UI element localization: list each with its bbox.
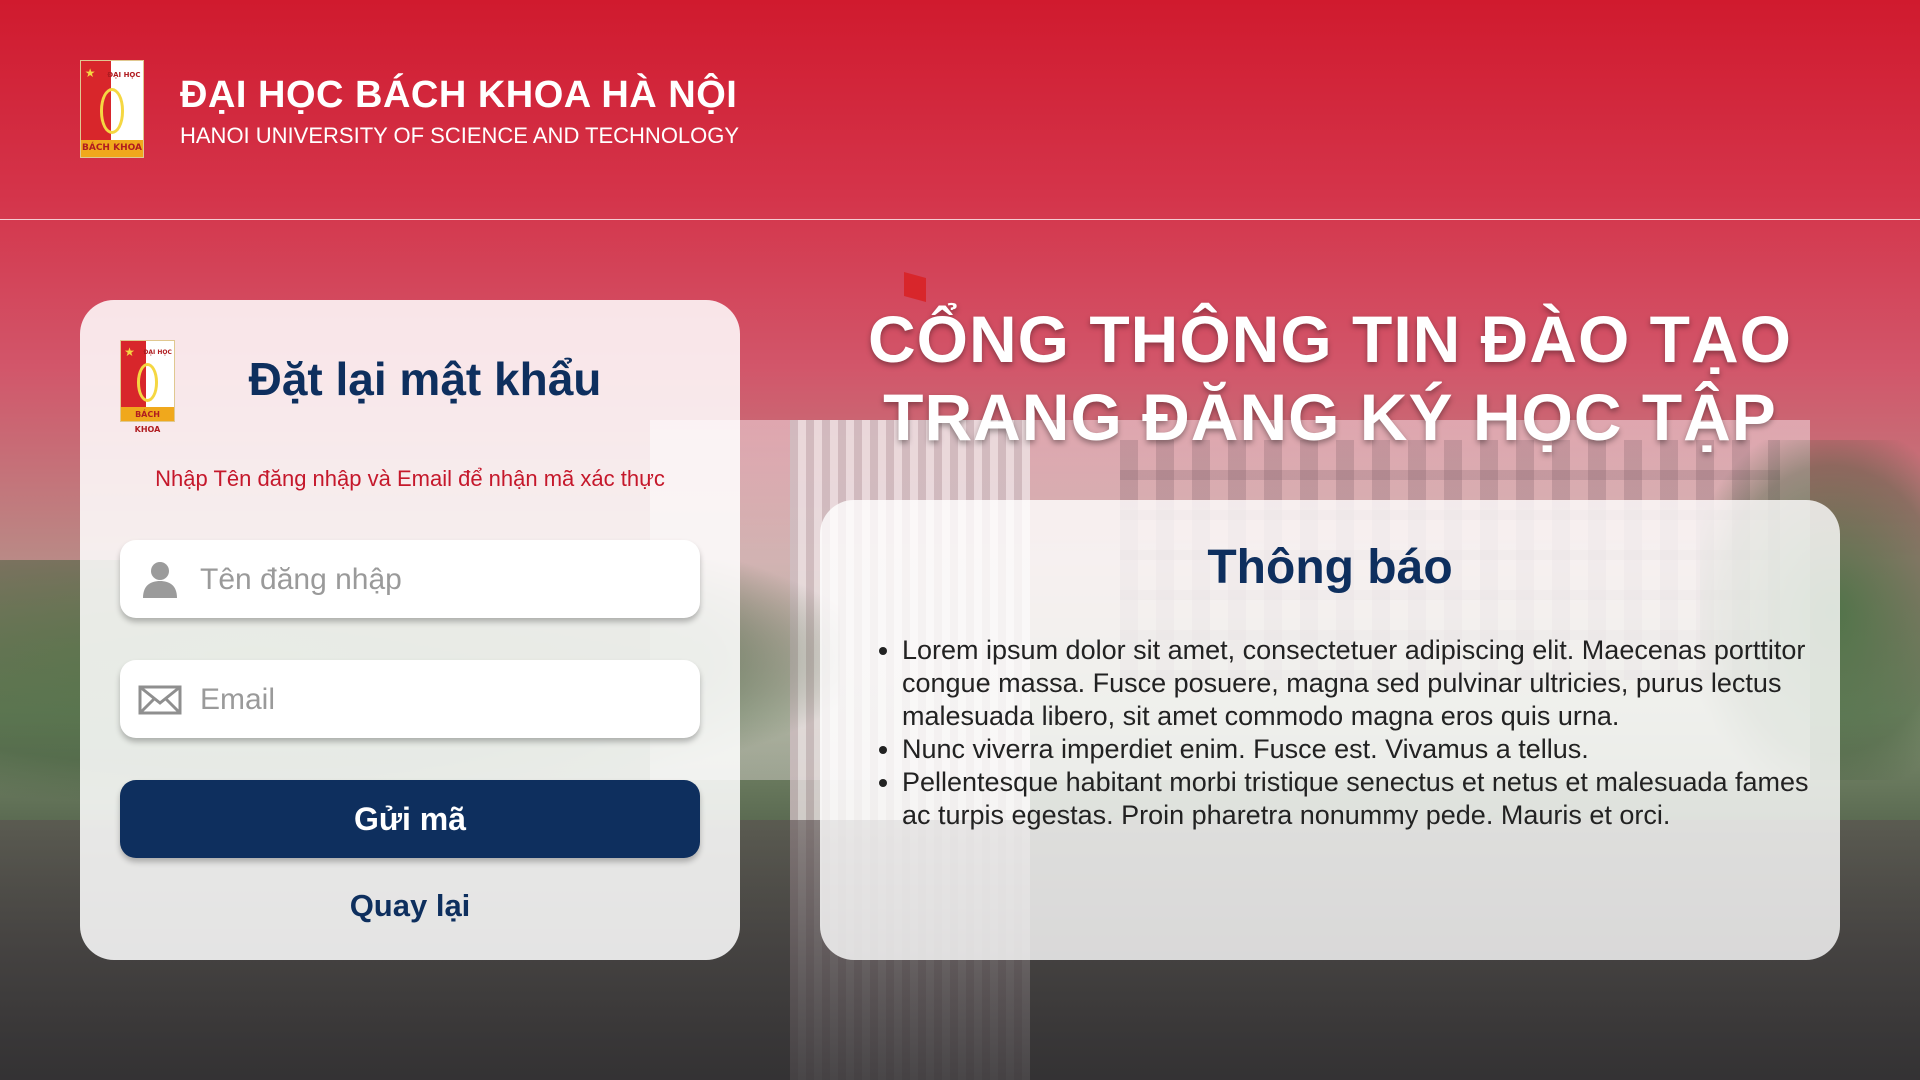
logo-bottom-label: BÁCH KHOA (121, 406, 174, 434)
username-field[interactable] (120, 540, 700, 620)
star-icon: ★ (84, 65, 96, 80)
page: ★ ĐẠI HỌC BÁCH KHOA ĐẠI HỌC BÁCH KHOA HÀ… (0, 0, 1920, 1080)
notice-item: Nunc viverra imperdiet enim. Fusce est. … (902, 733, 1842, 766)
card-logo: ★ ĐẠI HỌC BÁCH KHOA (120, 340, 175, 434)
back-link[interactable]: Quay lại (80, 888, 740, 924)
logo-top-label: ĐẠI HỌC (143, 349, 172, 356)
flag-icon (904, 272, 926, 302)
logo-bottom-label: BÁCH KHOA (81, 139, 143, 157)
email-input[interactable] (198, 660, 682, 740)
portal-heading-line-1: CỔNG THÔNG TIN ĐÀO TẠO (868, 302, 1792, 376)
university-logo[interactable]: ★ ĐẠI HỌC BÁCH KHOA (80, 60, 144, 158)
site-header: ★ ĐẠI HỌC BÁCH KHOA ĐẠI HỌC BÁCH KHOA HÀ… (0, 0, 1920, 220)
portal-heading-line-2: TRANG ĐĂNG KÝ HỌC TẬP (883, 380, 1777, 454)
star-icon: ★ (124, 344, 135, 359)
user-icon (143, 562, 177, 598)
send-code-button[interactable]: Gửi mã (120, 780, 700, 858)
notice-item: Pellentesque habitant morbi tristique se… (902, 766, 1842, 832)
notice-item: Lorem ipsum dolor sit amet, consectetuer… (902, 634, 1842, 733)
reset-password-title: Đặt lại mật khẩu (248, 353, 602, 405)
reset-password-card: ★ ĐẠI HỌC BÁCH KHOA Đặt lại mật khẩu Nhậ… (80, 300, 740, 960)
notice-title: Thông báo (1207, 541, 1453, 594)
university-name-english: HANOI UNIVERSITY OF SCIENCE AND TECHNOLO… (180, 123, 740, 148)
notice-card: Thông báo Lorem ipsum dolor sit amet, co… (820, 500, 1840, 960)
email-field[interactable] (120, 660, 700, 740)
logo-emblem-icon (99, 87, 125, 134)
logo-emblem-icon (136, 363, 159, 402)
envelope-icon (138, 685, 182, 715)
portal-heading: CỔNG THÔNG TIN ĐÀO TẠO TRANG ĐĂNG KÝ HỌC… (820, 300, 1840, 456)
notice-list: Lorem ipsum dolor sit amet, consectetuer… (860, 634, 1842, 832)
logo-top-label: ĐẠI HỌC (107, 70, 141, 79)
reset-password-hint: Nhập Tên đăng nhập và Email để nhận mã x… (155, 466, 665, 491)
username-input[interactable] (198, 540, 682, 620)
university-name: ĐẠI HỌC BÁCH KHOA HÀ NỘI (180, 74, 738, 116)
